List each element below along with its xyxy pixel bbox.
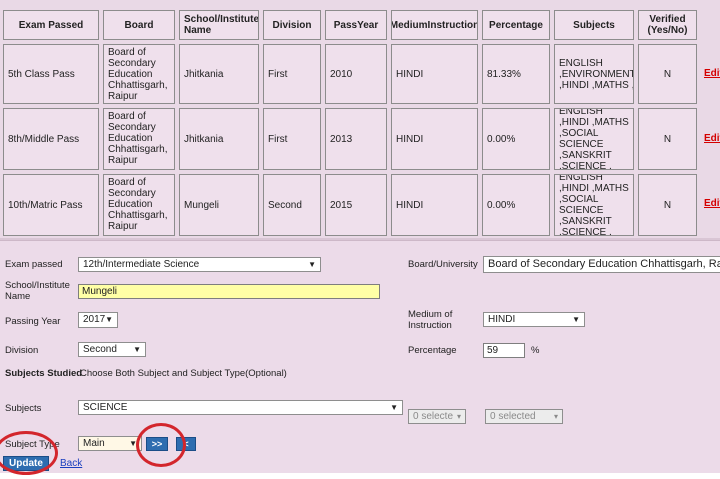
- school-input[interactable]: Mungeli: [78, 284, 380, 299]
- percent-sign: %: [531, 345, 540, 356]
- row3-exam: 10th/Matric Pass: [3, 174, 99, 236]
- subjects-studied-heading: Subjects Studied: [5, 368, 83, 379]
- header-medium: MediumInstruction: [391, 10, 478, 40]
- school-label: School/Institute Name: [5, 280, 70, 302]
- division-select[interactable]: Second ▼: [78, 342, 146, 357]
- row3-verified: N: [638, 174, 697, 236]
- header-subjects: Subjects: [554, 10, 634, 40]
- header-exam-passed: Exam Passed: [3, 10, 99, 40]
- exam-passed-select[interactable]: 12th/Intermediate Science ▼: [78, 257, 321, 272]
- qualification-form: Exam passed 12th/Intermediate Science ▼ …: [0, 240, 720, 475]
- subjects-label: Subjects: [5, 403, 42, 414]
- row2-board: Board of Secondary Education Chhattisgar…: [103, 108, 175, 170]
- row2-year: 2013: [325, 108, 387, 170]
- row3-subjects: ENGLISH ,HINDI ,MATHS ,SOCIAL SCIENCE ,S…: [554, 174, 634, 236]
- header-verified: Verified (Yes/No): [638, 10, 697, 40]
- subject-type-value: Main: [83, 438, 105, 449]
- chevron-down-icon: ▾: [456, 412, 461, 421]
- row2-division: First: [263, 108, 321, 170]
- row1-board: Board of Secondary Education Chhattisgar…: [103, 44, 175, 104]
- row1-percentage: 81.33%: [482, 44, 550, 104]
- selected-left-value: 0 selecte: [413, 411, 454, 422]
- medium-label: Medium of Instruction: [408, 309, 453, 331]
- subjects-value: SCIENCE: [83, 402, 128, 413]
- passing-year-label: Passing Year: [5, 316, 61, 327]
- row1-division: First: [263, 44, 321, 104]
- row2-medium: HINDI: [391, 108, 478, 170]
- division-value: Second: [83, 344, 117, 355]
- selected-right-value: 0 selected: [490, 411, 536, 422]
- selected-subjects-right[interactable]: 0 selected ▾: [485, 409, 563, 424]
- subjects-select[interactable]: SCIENCE ▼: [78, 400, 403, 415]
- row3-board: Board of Secondary Education Chhattisgar…: [103, 174, 175, 236]
- passing-year-value: 2017: [83, 314, 106, 325]
- row3-division: Second: [263, 174, 321, 236]
- chevron-down-icon: ▼: [133, 345, 141, 354]
- medium-select[interactable]: HINDI ▼: [483, 312, 585, 327]
- exam-passed-label: Exam passed: [5, 259, 63, 270]
- chevron-down-icon: ▼: [105, 315, 113, 324]
- row3-school: Mungeli: [179, 174, 259, 236]
- chevron-down-icon: ▼: [308, 260, 316, 269]
- row1-verified: N: [638, 44, 697, 104]
- row1-exam: 5th Class Pass: [3, 44, 99, 104]
- chevron-down-icon: ▼: [572, 315, 580, 324]
- annotation-circle-update: [0, 431, 58, 475]
- back-link[interactable]: Back: [60, 458, 82, 469]
- board-value: Board of Secondary Education Chhattisgar…: [488, 258, 720, 270]
- chevron-down-icon: ▾: [553, 412, 558, 421]
- row3-medium: HINDI: [391, 174, 478, 236]
- exam-passed-value: 12th/Intermediate Science: [83, 259, 200, 270]
- row1-subjects: ENGLISH ,ENVIRONMENT ,HINDI ,MATHS ,: [554, 44, 634, 104]
- division-label: Division: [5, 345, 39, 356]
- row3-edit-link[interactable]: Edit: [704, 198, 720, 209]
- chevron-down-icon: ▼: [390, 403, 398, 412]
- row2-school: Jhitkania: [179, 108, 259, 170]
- row2-percentage: 0.00%: [482, 108, 550, 170]
- row1-year: 2010: [325, 44, 387, 104]
- row3-year: 2015: [325, 174, 387, 236]
- header-pass-year: PassYear: [325, 10, 387, 40]
- header-division: Division: [263, 10, 321, 40]
- header-school: School/Institute Name: [179, 10, 259, 40]
- header-board: Board: [103, 10, 175, 40]
- row2-edit-link[interactable]: Edit: [704, 133, 720, 144]
- row1-school: Jhitkania: [179, 44, 259, 104]
- board-select[interactable]: Board of Secondary Education Chhattisgar…: [483, 256, 720, 273]
- education-table: Exam Passed Board School/Institute Name …: [0, 0, 720, 240]
- row2-exam: 8th/Middle Pass: [3, 108, 99, 170]
- header-percentage: Percentage: [482, 10, 550, 40]
- subjects-studied-hint: Choose Both Subject and Subject Type(Opt…: [80, 368, 287, 379]
- row1-medium: HINDI: [391, 44, 478, 104]
- row2-subjects: ENGLISH ,HINDI ,MATHS ,SOCIAL SCIENCE ,S…: [554, 108, 634, 170]
- board-label: Board/University: [408, 259, 478, 270]
- row2-verified: N: [638, 108, 697, 170]
- percentage-input[interactable]: 59: [483, 343, 525, 358]
- row3-percentage: 0.00%: [482, 174, 550, 236]
- subject-type-select[interactable]: Main ▼: [78, 436, 142, 451]
- annotation-circle-add: [136, 423, 186, 467]
- selected-subjects-left[interactable]: 0 selecte ▾: [408, 409, 466, 424]
- row1-edit-link[interactable]: Edit: [704, 68, 720, 79]
- percentage-label: Percentage: [408, 345, 457, 356]
- passing-year-select[interactable]: 2017 ▼: [78, 312, 118, 328]
- medium-value: HINDI: [488, 314, 516, 325]
